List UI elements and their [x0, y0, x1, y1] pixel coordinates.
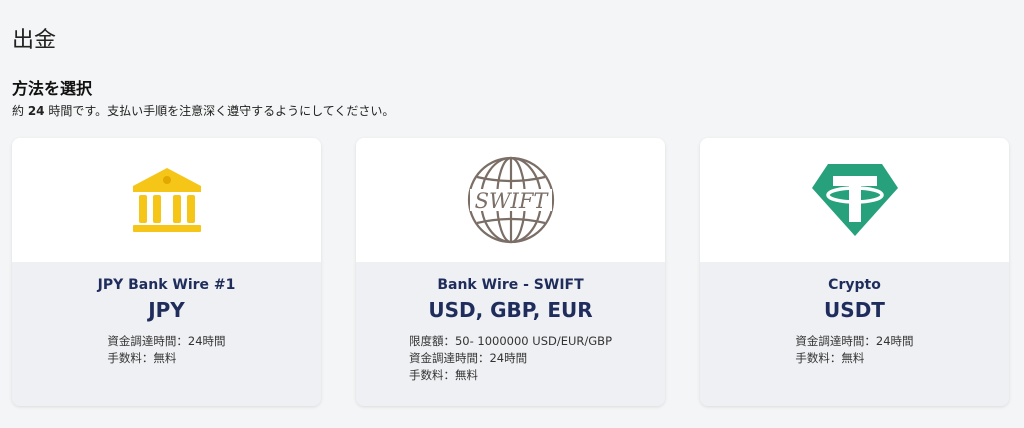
card-body: JPY Bank Wire #1 JPY 資金調達時間：24時間 手数料：無料	[12, 262, 321, 367]
detail-limit: 限度額：50- 1000000 USD/EUR/GBP	[408, 334, 613, 348]
detail-fee: 手数料：無料	[408, 368, 478, 382]
subtitle-suffix: 時間です。支払い手順を注意深く遵守するようにしてください。	[44, 104, 395, 118]
withdrawal-page: 出金 方法を選択 約 24 時間です。支払い手順を注意深く遵守するようにしてくだ…	[0, 0, 1024, 428]
swift-logo-text: SWIFT	[474, 189, 549, 213]
method-currency: USD, GBP, EUR	[428, 298, 593, 322]
page-title: 出金	[12, 28, 57, 53]
method-details: 資金調達時間：24時間 手数料：無料	[107, 333, 225, 367]
card-icon-area	[12, 138, 321, 262]
method-details: 限度額：50- 1000000 USD/EUR/GBP 資金調達時間：24時間 …	[409, 333, 612, 384]
detail-funding-time: 資金調達時間：24時間	[408, 351, 528, 365]
method-name: Bank Wire - SWIFT	[437, 277, 584, 293]
swift-logo-icon: SWIFT	[467, 156, 554, 244]
subtitle-prefix: 約	[12, 104, 28, 118]
bank-icon	[132, 168, 201, 232]
detail-fee: 手数料：無料	[795, 351, 865, 365]
method-currency: JPY	[148, 298, 185, 322]
method-name: JPY Bank Wire #1	[97, 277, 236, 293]
method-name: Crypto	[828, 277, 881, 293]
method-currency: USDT	[824, 298, 885, 322]
tether-icon	[811, 164, 898, 236]
detail-funding-time: 資金調達時間：24時間	[107, 334, 226, 348]
method-card-swift[interactable]: SWIFT Bank Wire - SWIFT USD, GBP, EUR 限度…	[356, 138, 665, 406]
method-card-crypto[interactable]: Crypto USDT 資金調達時間：24時間 手数料：無料	[700, 138, 1009, 406]
subtitle-hours: 24	[27, 104, 45, 118]
method-card-jpy-bank-wire[interactable]: JPY Bank Wire #1 JPY 資金調達時間：24時間 手数料：無料	[12, 138, 321, 406]
detail-fee: 手数料：無料	[107, 351, 177, 365]
card-icon-area	[700, 138, 1009, 262]
detail-funding-time: 資金調達時間：24時間	[795, 334, 914, 348]
card-body: Bank Wire - SWIFT USD, GBP, EUR 限度額：50- …	[356, 262, 665, 384]
method-details: 資金調達時間：24時間 手数料：無料	[795, 333, 913, 367]
section-title: 方法を選択	[12, 79, 93, 98]
card-body: Crypto USDT 資金調達時間：24時間 手数料：無料	[700, 262, 1009, 367]
section-subtitle: 約 24 時間です。支払い手順を注意深く遵守するようにしてください。	[12, 102, 394, 119]
card-icon-area: SWIFT	[356, 138, 665, 262]
